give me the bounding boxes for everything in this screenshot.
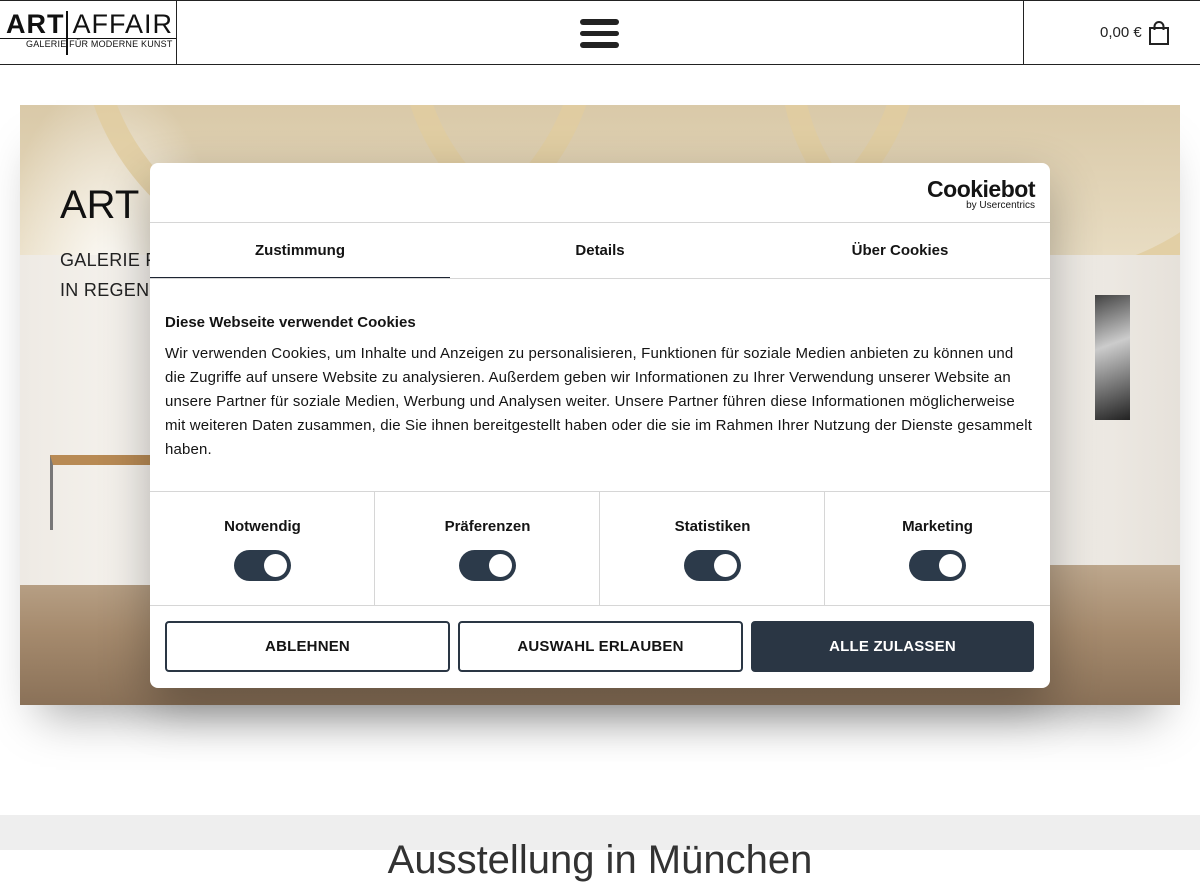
cookie-consent-dialog: Cookiebot by Usercentrics Zustimmung Det… — [150, 163, 1050, 688]
consent-tabs: Zustimmung Details Über Cookies — [150, 223, 1050, 279]
site-header: ART AFFAIR GALERIE FÜR MODERNE KUNST 0,00… — [0, 0, 1200, 65]
toggle-knob — [714, 554, 737, 577]
divider — [150, 605, 1050, 606]
toggle-knob — [264, 554, 287, 577]
gallery-wall — [20, 255, 160, 585]
cart-amount: 0,00 € — [1100, 24, 1142, 41]
decline-button[interactable]: ABLEHNEN — [165, 621, 450, 672]
logo-wordmark: ART AFFAIR — [6, 9, 173, 40]
category-label: Statistiken — [674, 518, 751, 535]
toggle-knob — [489, 554, 512, 577]
wooden-bench — [50, 455, 160, 530]
category-label: Präferenzen — [444, 518, 531, 535]
allow-selection-button[interactable]: AUSWAHL ERLAUBEN — [458, 621, 743, 672]
toggle-marketing[interactable] — [909, 550, 966, 581]
wall-painting — [1095, 295, 1130, 420]
cart-button[interactable]: 0,00 € — [1023, 1, 1200, 65]
category-praeferenzen: Präferenzen — [375, 492, 600, 605]
hero-subtitle: GALERIE F — [60, 250, 157, 270]
logo-word-affair: AFFAIR — [72, 9, 174, 39]
category-marketing: Marketing — [825, 492, 1050, 605]
hero-title: ART — [60, 183, 140, 227]
category-label: Notwendig — [224, 518, 301, 535]
divider — [150, 278, 1050, 279]
consent-description: Wir verwenden Cookies, um Inhalte und An… — [165, 345, 1033, 458]
shopping-bag-icon — [1149, 21, 1169, 45]
consent-heading: Diese Webseite verwendet Cookies — [165, 314, 416, 331]
site-logo[interactable]: ART AFFAIR GALERIE FÜR MODERNE KUNST — [0, 1, 177, 65]
brand-name: Cookiebot — [927, 176, 1035, 202]
category-notwendig: Notwendig — [150, 492, 375, 605]
tab-ueber-cookies[interactable]: Über Cookies — [750, 223, 1050, 279]
consent-categories: Notwendig Präferenzen Statistiken Market… — [150, 492, 1050, 605]
cookiebot-logo: Cookiebot by Usercentrics — [927, 177, 1035, 211]
toggle-statistiken[interactable] — [684, 550, 741, 581]
tab-zustimmung[interactable]: Zustimmung — [150, 223, 450, 279]
logo-word-art: ART — [6, 9, 65, 39]
category-label: Marketing — [902, 518, 973, 535]
toggle-notwendig[interactable] — [234, 550, 291, 581]
hamburger-menu-icon[interactable] — [580, 19, 620, 49]
logo-tagline: GALERIE FÜR MODERNE KUNST — [26, 39, 173, 49]
allow-all-button[interactable]: ALLE ZULASSEN — [751, 621, 1034, 672]
section-heading: Ausstellung in München — [387, 838, 813, 882]
category-statistiken: Statistiken — [600, 492, 825, 605]
toggle-knob — [939, 554, 962, 577]
tab-details[interactable]: Details — [450, 223, 750, 279]
toggle-praeferenzen[interactable] — [459, 550, 516, 581]
hero-subtitle: IN REGENS — [60, 280, 162, 300]
